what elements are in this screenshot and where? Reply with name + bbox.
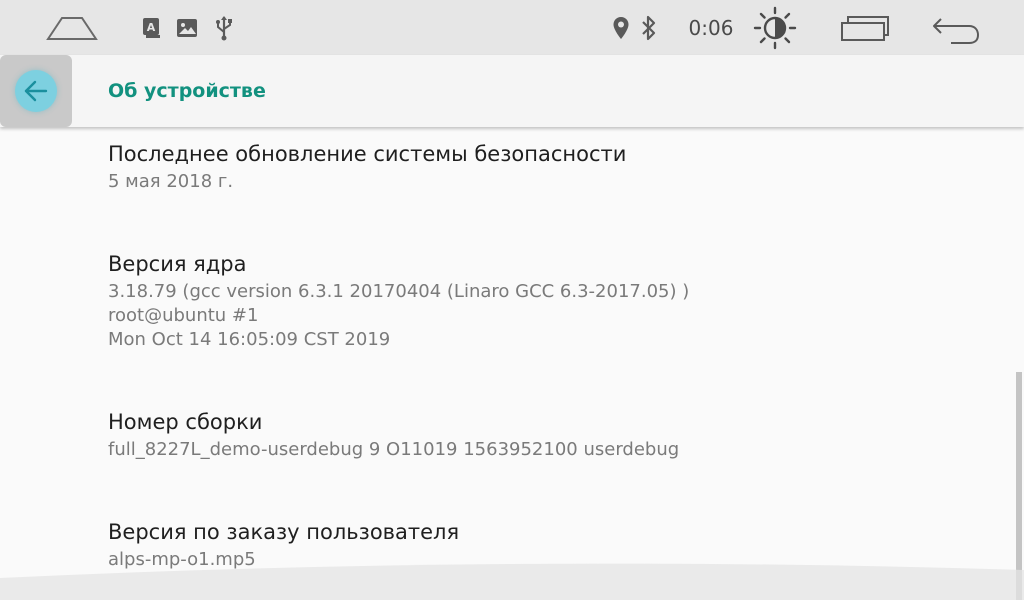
summary-line: Mon Oct 14 16:05:09 CST 2019 [108, 329, 391, 350]
list-item-title: Номер сборки [108, 410, 263, 434]
list-item-summary: 5 мая 2018 г. [108, 171, 234, 192]
back-icon[interactable] [928, 12, 984, 46]
recents-icon[interactable] [834, 12, 894, 44]
system-status-bar: A 0:06 [0, 0, 1024, 55]
list-item-summary: alps-mp-o1.mp5 [108, 549, 256, 570]
list-item-build-number[interactable]: Номер сборки full_8227L_demo-userdebug 9… [108, 409, 679, 462]
summary-line: 3.18.79 (gcc version 6.3.1 20170404 (Lin… [108, 281, 690, 302]
scrollbar[interactable] [1016, 372, 1022, 600]
list-item-title: Версия по заказу пользователя [108, 520, 460, 544]
location-icon [610, 14, 632, 42]
summary-line: root@ubuntu #1 [108, 305, 259, 326]
keyboard-glyph: A [147, 21, 156, 34]
image-icon [176, 17, 198, 39]
usb-icon [212, 14, 236, 42]
list-item-summary: 3.18.79 (gcc version 6.3.1 20170404 (Lin… [108, 280, 689, 352]
list-item-title: Последнее обновление системы безопасност… [108, 142, 627, 166]
bluetooth-icon [638, 13, 660, 43]
list-item-security-update[interactable]: Последнее обновление системы безопасност… [108, 141, 626, 194]
list-item-summary: full_8227L_demo-userdebug 9 O11019 15639… [108, 439, 680, 460]
list-item-kernel-version[interactable]: Версия ядра 3.18.79 (gcc version 6.3.1 2… [108, 251, 689, 352]
about-device-list: Последнее обновление системы безопасност… [0, 127, 1024, 600]
home-icon[interactable] [40, 10, 104, 44]
keyboard-icon: A [142, 17, 162, 39]
list-item-custom-version[interactable]: Версия по заказу пользователя alps-mp-o1… [108, 519, 459, 572]
navigate-up-button[interactable] [0, 55, 72, 127]
page-title: Об устройстве [108, 80, 266, 102]
status-clock: 0:06 [688, 16, 734, 40]
app-bar: Об устройстве [0, 55, 1024, 127]
arrow-left-icon[interactable] [15, 70, 57, 112]
list-item-title: Версия ядра [108, 252, 247, 276]
brightness-icon[interactable] [752, 5, 798, 51]
